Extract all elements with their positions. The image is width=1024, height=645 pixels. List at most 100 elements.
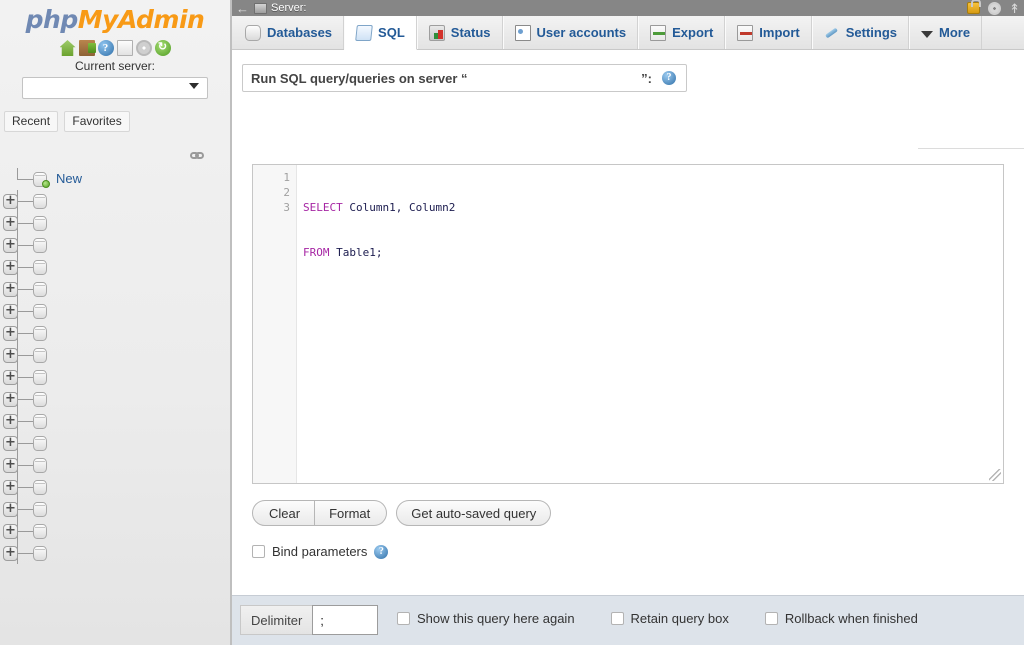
tab-recent[interactable]: Recent	[4, 111, 58, 132]
expand-icon[interactable]: +	[3, 216, 18, 231]
tab-sql[interactable]: SQL	[344, 16, 417, 50]
tree-line	[17, 289, 33, 290]
rollback-when-finished-checkbox[interactable]	[765, 612, 778, 625]
delimiter-label: Delimiter	[240, 605, 312, 635]
logout-icon[interactable]	[79, 40, 95, 56]
tree-item-database[interactable]: +	[0, 410, 230, 432]
tree-item-database[interactable]: +	[0, 344, 230, 366]
tab-user-accounts-label: User accounts	[537, 25, 627, 40]
tree-item-database[interactable]: +	[0, 498, 230, 520]
phpmyadmin-logo[interactable]: phpMyAdmin	[0, 0, 230, 34]
tree-item-database[interactable]: +	[0, 278, 230, 300]
tree-item-database[interactable]: +	[0, 388, 230, 410]
tab-favorites[interactable]: Favorites	[64, 111, 129, 132]
help-icon[interactable]: ?	[98, 40, 114, 56]
bind-parameters-checkbox[interactable]	[252, 545, 265, 558]
tree-item-database[interactable]: +	[0, 234, 230, 256]
database-icon	[33, 194, 47, 209]
expand-icon[interactable]: +	[3, 238, 18, 253]
rollback-when-finished-option[interactable]: Rollback when finished	[765, 611, 918, 626]
tree-item-database[interactable]: +	[0, 476, 230, 498]
expand-icon[interactable]: +	[3, 414, 18, 429]
tree-line	[17, 509, 33, 510]
panel-title-bar: Run SQL query/queries on server “ ”: ?	[242, 64, 687, 92]
tree-item-new-label: New	[56, 171, 82, 186]
sql-code-text[interactable]: SELECT Column1, Column2 FROM Table1;	[297, 165, 1003, 483]
database-tree: New + + + + + + + + + + + + + + + + +	[0, 168, 230, 564]
database-icon	[33, 370, 47, 385]
tree-item-database[interactable]: +	[0, 322, 230, 344]
expand-icon[interactable]: +	[3, 282, 18, 297]
tab-settings[interactable]: Settings	[812, 16, 909, 49]
logo-my-text: My	[78, 5, 118, 34]
tab-export[interactable]: Export	[638, 16, 725, 49]
expand-icon[interactable]: +	[3, 480, 18, 495]
main-panel: ← Server: ↟ Databases SQL Status	[232, 0, 1024, 645]
tab-import[interactable]: Import	[725, 16, 811, 49]
retain-query-box-checkbox[interactable]	[611, 612, 624, 625]
database-icon	[33, 260, 47, 275]
expand-icon[interactable]: +	[3, 524, 18, 539]
database-icon	[33, 414, 47, 429]
home-icon[interactable]	[60, 40, 76, 56]
show-query-again-checkbox[interactable]	[397, 612, 410, 625]
expand-icon[interactable]: +	[3, 260, 18, 275]
clear-button[interactable]: Clear	[252, 500, 315, 526]
tab-settings-label: Settings	[846, 25, 897, 40]
database-icon	[33, 348, 47, 363]
tree-item-database[interactable]: +	[0, 256, 230, 278]
editor-button-group: Clear Format Get auto-saved query	[252, 500, 551, 526]
gear-icon[interactable]	[988, 2, 1001, 15]
help-icon[interactable]: ?	[374, 545, 388, 559]
expand-icon[interactable]: +	[3, 392, 18, 407]
tree-item-database[interactable]: +	[0, 300, 230, 322]
documentation-icon[interactable]	[117, 40, 133, 56]
database-tree-rows: + + + + + + + + + + + + + + + + +	[0, 190, 230, 564]
expand-icon[interactable]: +	[3, 326, 18, 341]
server-select[interactable]	[22, 77, 208, 99]
tree-line	[17, 399, 33, 400]
resize-grip-icon[interactable]	[989, 469, 1001, 481]
expand-icon[interactable]: +	[3, 370, 18, 385]
tab-user-accounts[interactable]: User accounts	[503, 16, 639, 49]
tree-item-database[interactable]: +	[0, 542, 230, 564]
tree-item-database[interactable]: +	[0, 454, 230, 476]
tree-line	[17, 311, 33, 312]
tab-status[interactable]: Status	[417, 16, 503, 49]
sql-editor[interactable]: 1 2 3 SELECT Column1, Column2 FROM Table…	[252, 164, 1004, 484]
expand-icon[interactable]: +	[3, 502, 18, 517]
tree-item-database[interactable]: +	[0, 212, 230, 234]
get-auto-saved-query-button[interactable]: Get auto-saved query	[396, 500, 551, 526]
expand-icon[interactable]: +	[3, 458, 18, 473]
expand-icon[interactable]: +	[3, 546, 18, 561]
help-icon[interactable]: ?	[662, 71, 676, 85]
user-accounts-icon	[515, 25, 531, 41]
tab-more[interactable]: More	[909, 16, 982, 49]
tree-line	[17, 421, 33, 422]
tree-item-database[interactable]: +	[0, 520, 230, 542]
retain-query-box-option[interactable]: Retain query box	[611, 611, 729, 626]
delimiter-input[interactable]: ;	[312, 605, 378, 635]
tree-item-database[interactable]: +	[0, 366, 230, 388]
server-breadcrumb-bar: ← Server: ↟	[232, 0, 1024, 16]
tree-item-database[interactable]: +	[0, 190, 230, 212]
refresh-icon[interactable]: ↻	[155, 40, 171, 56]
tree-item-new[interactable]: New	[0, 168, 230, 190]
chain-link-icon[interactable]	[190, 150, 206, 162]
tab-databases[interactable]: Databases	[234, 16, 344, 49]
database-icon	[33, 480, 47, 495]
expand-icon[interactable]: +	[3, 194, 18, 209]
bind-parameters-label: Bind parameters	[272, 544, 367, 559]
expand-icon[interactable]: +	[3, 304, 18, 319]
format-button[interactable]: Format	[315, 500, 387, 526]
sql-identifier: Table1;	[330, 246, 383, 259]
tree-item-database[interactable]: +	[0, 432, 230, 454]
expand-icon[interactable]: +	[3, 436, 18, 451]
expand-icon[interactable]: +	[3, 348, 18, 363]
settings-icon[interactable]	[136, 40, 152, 56]
back-arrow-icon[interactable]: ←	[234, 2, 254, 15]
collapse-icon[interactable]: ↟	[1009, 3, 1020, 14]
show-query-again-option[interactable]: Show this query here again	[397, 611, 575, 626]
lock-icon[interactable]	[967, 2, 980, 14]
logo-admin-text: Admin	[118, 5, 204, 34]
